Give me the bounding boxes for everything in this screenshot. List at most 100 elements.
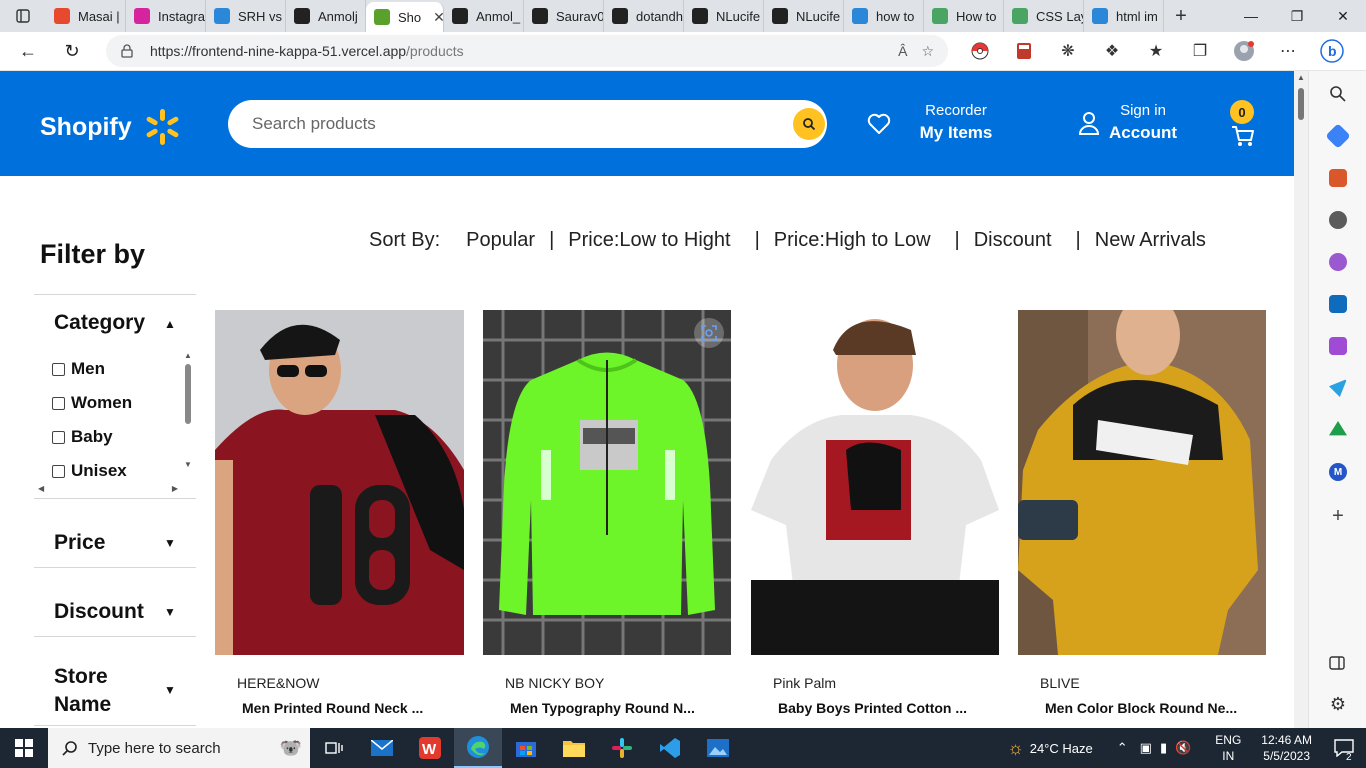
search-input[interactable]	[252, 114, 772, 134]
browser-tab[interactable]: how to	[844, 0, 924, 32]
browser-tab[interactable]: CSS Lay	[1004, 0, 1084, 32]
checkbox[interactable]	[52, 464, 65, 478]
file-explorer-icon[interactable]	[550, 728, 598, 768]
designer-icon[interactable]	[1329, 337, 1347, 355]
site-logo[interactable]: Shopify	[40, 107, 182, 147]
mute-icon[interactable]: 🔇	[1175, 740, 1191, 756]
search-button[interactable]	[793, 108, 825, 140]
scroll-up-arrow[interactable]: ▲	[1294, 73, 1308, 82]
new-tab-button[interactable]: +	[1164, 5, 1198, 28]
edge-browser-icon[interactable]	[454, 728, 502, 768]
chevron-up-icon[interactable]: ⌃	[1117, 740, 1128, 756]
page-scroll-thumb[interactable]	[1298, 88, 1304, 120]
sort-discount[interactable]: Discount	[974, 229, 1052, 252]
tab-close-icon[interactable]: ✕	[433, 9, 443, 26]
browser-tab[interactable]: NLucife	[764, 0, 844, 32]
restore-button[interactable]: ❐	[1274, 0, 1320, 32]
more-menu-icon[interactable]: ⋯	[1266, 32, 1310, 71]
scroll-left-arrow[interactable]: ◀	[38, 484, 44, 496]
checkbox[interactable]	[52, 430, 65, 444]
minimize-button[interactable]: —	[1228, 0, 1274, 32]
sidebar-toggle-icon[interactable]	[1329, 655, 1347, 673]
scroll-right-arrow[interactable]: ▶	[172, 484, 178, 496]
calculator-extension-icon[interactable]	[1002, 32, 1046, 71]
add-icon[interactable]: +	[1329, 506, 1347, 526]
read-aloud-icon[interactable]: Â	[898, 43, 907, 60]
shopping-tag-icon[interactable]	[1325, 123, 1351, 149]
category-vertical-scrollbar[interactable]: ▲ ▼	[182, 351, 194, 481]
favorites-icon[interactable]: ★	[1134, 32, 1178, 71]
mail-app-icon[interactable]	[358, 728, 406, 768]
product-image[interactable]	[751, 310, 1000, 655]
tab-actions-icon[interactable]	[0, 0, 46, 32]
microsoft-365-icon[interactable]	[1329, 253, 1347, 271]
microsoft-store-icon[interactable]	[502, 728, 550, 768]
settings-gear-icon[interactable]: ⚙	[1329, 695, 1347, 713]
sort-new-arrivals[interactable]: New Arrivals	[1095, 229, 1206, 252]
browser-tab[interactable]: html im	[1084, 0, 1164, 32]
filter-store-name-header[interactable]: Store Name	[54, 663, 134, 719]
category-option-unisex[interactable]: Unisex	[52, 454, 182, 488]
tree-icon[interactable]	[1329, 421, 1347, 436]
product-name[interactable]: Men Printed Round Neck ...	[242, 700, 464, 716]
weather-text[interactable]: 24°C Haze	[1030, 741, 1093, 756]
task-view-icon[interactable]	[310, 728, 358, 768]
extensions-icon[interactable]: ❖	[1090, 32, 1134, 71]
product-card[interactable]: NB NICKY BOY Men Typography Round N...	[483, 310, 732, 716]
send-icon[interactable]	[1329, 379, 1347, 397]
favorite-add-icon[interactable]: ☆	[921, 43, 934, 60]
weather-icon[interactable]: ☼	[1007, 738, 1024, 759]
browser-tab[interactable]: Anmol_	[444, 0, 524, 32]
visual-search-icon[interactable]	[694, 318, 724, 348]
browser-tab[interactable]: NLucife	[684, 0, 764, 32]
browser-tab[interactable]: Instagra	[126, 0, 206, 32]
user-icon[interactable]	[1078, 111, 1100, 135]
back-button[interactable]: ←	[6, 32, 50, 71]
category-option-women[interactable]: Women	[52, 386, 182, 420]
bing-icon[interactable]: b	[1310, 32, 1354, 71]
refresh-button[interactable]: ↻	[50, 32, 94, 71]
browser-tab[interactable]: Saurav0	[524, 0, 604, 32]
scroll-thumb[interactable]	[185, 364, 191, 424]
product-name[interactable]: Men Color Block Round Ne...	[1045, 700, 1267, 716]
wps-office-icon[interactable]: W	[406, 728, 454, 768]
slack-icon[interactable]	[598, 728, 646, 768]
filter-discount-header[interactable]: Discount	[54, 600, 144, 624]
checkbox[interactable]	[52, 396, 65, 410]
clock[interactable]: 12:46 AM 5/5/2023	[1261, 732, 1312, 764]
heart-icon[interactable]	[867, 113, 891, 135]
notification-center[interactable]: 2	[1322, 739, 1366, 763]
tools-icon[interactable]	[1329, 169, 1347, 187]
language-indicator[interactable]: ENG IN	[1215, 732, 1241, 764]
pokeball-extension-icon[interactable]	[958, 32, 1002, 71]
product-card[interactable]: HERE&NOW Men Printed Round Neck ...	[215, 310, 464, 716]
product-name[interactable]: Baby Boys Printed Cotton ...	[778, 700, 1000, 716]
chevron-down-icon[interactable]: ▼	[164, 536, 176, 550]
reorder-my-items[interactable]: Recorder My Items	[918, 102, 994, 143]
sort-price-high-low[interactable]: Price:High to Low	[774, 229, 931, 252]
browser-tab[interactable]: Anmolj	[286, 0, 366, 32]
product-name[interactable]: Men Typography Round N...	[510, 700, 732, 716]
taskbar-search[interactable]: Type here to search 🐨	[48, 728, 310, 768]
cart-icon[interactable]	[1231, 125, 1255, 147]
windows-start-icon[interactable]	[0, 728, 48, 768]
collections-icon[interactable]: ❐	[1178, 32, 1222, 71]
photos-app-icon[interactable]	[694, 728, 742, 768]
category-option-men[interactable]: Men	[52, 352, 182, 386]
browser-tab[interactable]: Masai |	[46, 0, 126, 32]
scroll-down-arrow[interactable]: ▼	[182, 460, 194, 469]
browser-tab[interactable]: How to	[924, 0, 1004, 32]
chevron-up-icon[interactable]: ▲	[164, 317, 176, 331]
filter-price-header[interactable]: Price	[54, 531, 105, 555]
search-icon[interactable]	[1329, 85, 1347, 103]
browser-tab[interactable]: Sho ✕	[366, 2, 444, 32]
battery-icon[interactable]: ▮	[1160, 740, 1167, 756]
product-image[interactable]	[1018, 310, 1267, 655]
product-image[interactable]	[483, 310, 732, 655]
filter-category-header[interactable]: Category	[54, 311, 145, 335]
vscode-icon[interactable]	[646, 728, 694, 768]
sign-in-account[interactable]: Sign in Account	[1106, 102, 1180, 143]
close-window-button[interactable]: ✕	[1320, 0, 1366, 32]
chevron-down-icon[interactable]: ▼	[164, 683, 176, 697]
product-card[interactable]: BLIVE Men Color Block Round Ne...	[1018, 310, 1267, 716]
